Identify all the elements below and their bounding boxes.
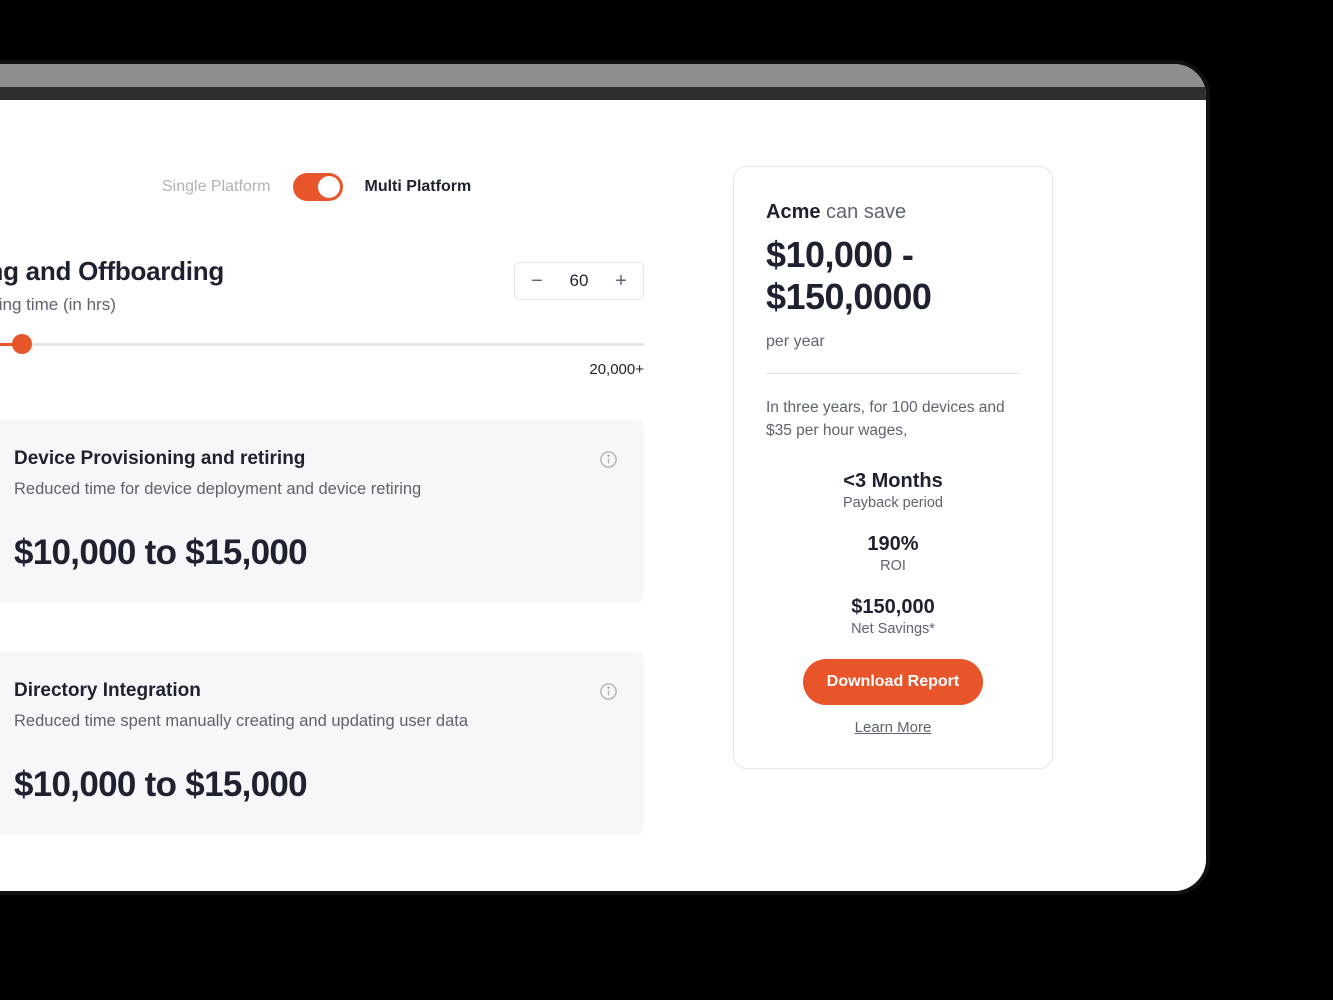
- device-frame: Single Platform Multi Platform Onboardin…: [0, 60, 1210, 895]
- slider-track: [0, 343, 644, 346]
- card-desc: Reduced time spent manually creating and…: [14, 712, 614, 731]
- page-content: Single Platform Multi Platform Onboardin…: [0, 100, 1206, 891]
- summary-details: In three years, for 100 devices and $35 …: [766, 396, 1020, 443]
- metric-value: 190%: [766, 533, 1020, 556]
- metric-roi: 190% ROI: [766, 533, 1020, 574]
- summary-per-year: per year: [766, 333, 1020, 374]
- browser-chrome-bar: [0, 64, 1206, 87]
- browser-address-bar: [0, 87, 1206, 100]
- summary-can-save: can save: [826, 201, 906, 223]
- download-report-button[interactable]: Download Report: [803, 659, 983, 705]
- platform-toggle-row: Single Platform Multi Platform: [162, 173, 471, 201]
- single-platform-label: Single Platform: [162, 178, 271, 196]
- slider-thumb[interactable]: [12, 334, 32, 354]
- card-value: $10,000 to $15,000: [14, 765, 614, 805]
- toggle-knob-icon: [318, 176, 340, 198]
- metric-payback: <3 Months Payback period: [766, 470, 1020, 511]
- savings-summary-panel: Acme can save $10,000 - $150,0000 per ye…: [733, 166, 1053, 769]
- hours-stepper[interactable]: − 60 +: [514, 262, 644, 300]
- metric-label: ROI: [766, 558, 1020, 574]
- summary-savings-range: $10,000 - $150,0000: [766, 234, 1020, 319]
- card-title: Directory Integration: [14, 680, 614, 702]
- info-icon[interactable]: [599, 450, 618, 469]
- savings-card-device-provisioning: Device Provisioning and retiring Reduced…: [0, 420, 644, 603]
- onboarding-subtitle: Device provisioning time (in hrs): [0, 295, 224, 315]
- multi-platform-label: Multi Platform: [365, 178, 472, 196]
- platform-toggle[interactable]: [293, 173, 343, 201]
- onboarding-title: Onboarding and Offboarding: [0, 256, 224, 287]
- card-value: $10,000 to $15,000: [14, 533, 614, 573]
- stepper-plus-button[interactable]: +: [613, 270, 629, 293]
- learn-more-link[interactable]: Learn More: [766, 719, 1020, 736]
- metric-value: $150,000: [766, 596, 1020, 619]
- card-desc: Reduced time for device deployment and d…: [14, 480, 614, 499]
- info-icon[interactable]: [599, 682, 618, 701]
- stepper-minus-button[interactable]: −: [529, 270, 545, 293]
- metric-value: <3 Months: [766, 470, 1020, 493]
- savings-card-directory-integration: Directory Integration Reduced time spent…: [0, 652, 644, 835]
- summary-company: Acme: [766, 201, 820, 223]
- metric-label: Payback period: [766, 495, 1020, 511]
- stepper-value: 60: [570, 271, 589, 291]
- hours-slider[interactable]: 20,000+: [0, 343, 644, 346]
- metric-net-savings: $150,000 Net Savings*: [766, 596, 1020, 637]
- summary-headline: Acme can save: [766, 201, 1020, 224]
- onboarding-section-header: Onboarding and Offboarding Device provis…: [0, 256, 644, 315]
- metric-label: Net Savings*: [766, 621, 1020, 637]
- card-title: Device Provisioning and retiring: [14, 448, 614, 470]
- slider-max-label: 20,000+: [0, 361, 644, 378]
